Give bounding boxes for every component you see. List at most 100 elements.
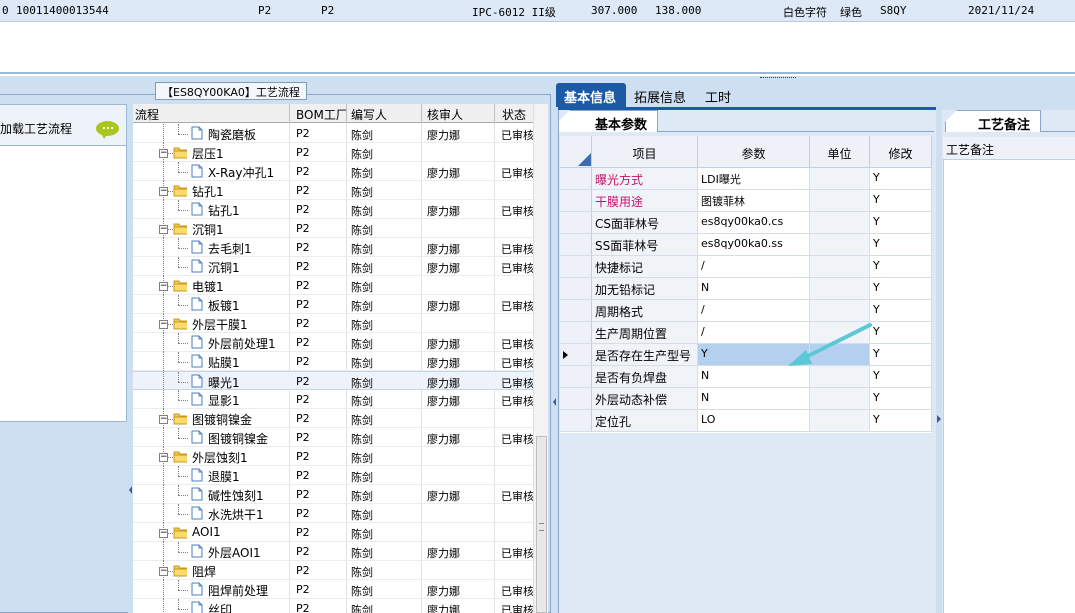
- tree-row[interactable]: − 沉铜1 P2 陈剑: [133, 219, 533, 238]
- tree-row[interactable]: 阻焊前处理 P2 陈剑 廖力娜 已审核: [133, 580, 533, 599]
- tree-row[interactable]: 显影1 P2 陈剑 廖力娜 已审核: [133, 390, 533, 409]
- row-indicator[interactable]: [560, 212, 592, 234]
- param-value[interactable]: N: [698, 366, 810, 388]
- param-row[interactable]: CS面菲林号 es8qy00ka0.cs Y: [560, 212, 932, 234]
- collapse-node-icon[interactable]: −: [159, 567, 168, 576]
- param-unit[interactable]: [810, 344, 870, 366]
- col-header-unit[interactable]: 单位: [810, 136, 870, 168]
- tree-row[interactable]: 丝印 P2 陈剑 廖力娜 已审核: [133, 599, 533, 613]
- splitter-grip-icon[interactable]: [760, 77, 796, 80]
- param-row[interactable]: 干膜用途 图镀菲林 Y: [560, 190, 932, 212]
- tree-row[interactable]: 外层前处理1 P2 陈剑 廖力娜 已审核: [133, 333, 533, 352]
- param-row[interactable]: 生产周期位置 / Y: [560, 322, 932, 344]
- row-indicator[interactable]: [560, 388, 592, 410]
- param-value[interactable]: LO: [698, 410, 810, 432]
- row-indicator[interactable]: [560, 322, 592, 344]
- col-header-param[interactable]: 参数: [698, 136, 810, 168]
- tree-row[interactable]: − 阻焊 P2 陈剑: [133, 561, 533, 580]
- tree-row[interactable]: 外层AOI1 P2 陈剑 廖力娜 已审核: [133, 542, 533, 561]
- tree-row[interactable]: − 图镀铜镍金 P2 陈剑: [133, 409, 533, 428]
- param-unit[interactable]: [810, 366, 870, 388]
- param-value[interactable]: /: [698, 300, 810, 322]
- tree-row[interactable]: X-Ray冲孔1 P2 陈剑 廖力娜 已审核: [133, 162, 533, 181]
- param-unit[interactable]: [810, 190, 870, 212]
- param-modify[interactable]: Y: [870, 190, 932, 212]
- param-value[interactable]: N: [698, 278, 810, 300]
- tree-row[interactable]: − 层压1 P2 陈剑: [133, 143, 533, 162]
- param-unit[interactable]: [810, 212, 870, 234]
- param-row[interactable]: SS面菲林号 es8qy00ka0.ss Y: [560, 234, 932, 256]
- tree-row[interactable]: 贴膜1 P2 陈剑 廖力娜 已审核: [133, 352, 533, 371]
- notes-grid[interactable]: [943, 137, 1075, 613]
- row-indicator[interactable]: [560, 256, 592, 278]
- param-modify[interactable]: Y: [870, 256, 932, 278]
- collapse-node-icon[interactable]: −: [159, 187, 168, 196]
- param-value[interactable]: Y: [698, 344, 810, 366]
- param-unit[interactable]: [810, 388, 870, 410]
- row-indicator[interactable]: [560, 410, 592, 432]
- param-value[interactable]: 图镀菲林: [698, 190, 810, 212]
- collapse-node-icon[interactable]: −: [159, 453, 168, 462]
- collapse-node-icon[interactable]: −: [159, 149, 168, 158]
- tab-process-notes[interactable]: 工艺备注: [945, 110, 1041, 132]
- tree-row[interactable]: 曝光1 P2 陈剑 廖力娜 已审核: [133, 371, 533, 391]
- row-indicator[interactable]: [560, 190, 592, 212]
- tree-row[interactable]: 沉铜1 P2 陈剑 廖力娜 已审核: [133, 257, 533, 276]
- param-modify[interactable]: Y: [870, 366, 932, 388]
- tab-basic-info[interactable]: 基本信息: [556, 83, 627, 107]
- col-header-reviewer[interactable]: 核审人: [427, 106, 463, 123]
- tree-row[interactable]: 水洗烘干1 P2 陈剑: [133, 504, 533, 523]
- tree-row[interactable]: 钻孔1 P2 陈剑 廖力娜 已审核: [133, 200, 533, 219]
- param-unit[interactable]: [810, 168, 870, 190]
- param-modify[interactable]: Y: [870, 300, 932, 322]
- col-header-flow[interactable]: 流程: [135, 106, 159, 123]
- param-modify[interactable]: Y: [870, 212, 932, 234]
- param-value[interactable]: N: [698, 388, 810, 410]
- scroll-thumb[interactable]: [536, 436, 547, 613]
- tab-work-hours[interactable]: 工时: [697, 83, 741, 107]
- param-value[interactable]: /: [698, 322, 810, 344]
- param-row[interactable]: 快捷标记 / Y: [560, 256, 932, 278]
- collapse-arrow-icon[interactable]: [553, 398, 556, 406]
- expand-arrow-icon[interactable]: [937, 415, 941, 423]
- collapse-node-icon[interactable]: −: [159, 320, 168, 329]
- param-row[interactable]: 是否有负焊盘 N Y: [560, 366, 932, 388]
- param-row[interactable]: 曝光方式 LDI曝光 Y: [560, 168, 932, 190]
- tree-row[interactable]: − AOI1 P2 陈剑: [133, 523, 533, 542]
- collapse-arrow-icon[interactable]: [129, 486, 132, 494]
- param-value[interactable]: LDI曝光: [698, 168, 810, 190]
- row-indicator[interactable]: [560, 300, 592, 322]
- param-unit[interactable]: [810, 256, 870, 278]
- tree-row[interactable]: 板镀1 P2 陈剑 廖力娜 已审核: [133, 295, 533, 314]
- tree-row[interactable]: 图镀铜镍金 P2 陈剑 廖力娜 已审核: [133, 428, 533, 447]
- param-modify[interactable]: Y: [870, 168, 932, 190]
- row-indicator[interactable]: [560, 366, 592, 388]
- tree-row[interactable]: 退膜1 P2 陈剑: [133, 466, 533, 485]
- tree-row[interactable]: 陶瓷磨板 P2 陈剑 廖力娜 已审核: [133, 124, 533, 143]
- param-modify[interactable]: Y: [870, 344, 932, 366]
- collapse-node-icon[interactable]: −: [159, 225, 168, 234]
- collapse-node-icon[interactable]: −: [159, 529, 168, 538]
- tree-row[interactable]: − 钻孔1 P2 陈剑: [133, 181, 533, 200]
- row-indicator[interactable]: [560, 168, 592, 190]
- col-header-modify[interactable]: 修改: [870, 136, 932, 168]
- param-value[interactable]: es8qy00ka0.ss: [698, 234, 810, 256]
- collapse-node-icon[interactable]: −: [159, 415, 168, 424]
- grid-corner[interactable]: [560, 136, 592, 168]
- col-header-factory[interactable]: BOM工厂: [296, 106, 348, 123]
- param-modify[interactable]: Y: [870, 388, 932, 410]
- param-modify[interactable]: Y: [870, 410, 932, 432]
- tab-extended-info[interactable]: 拓展信息: [626, 83, 696, 107]
- tree-row[interactable]: − 外层蚀刻1 P2 陈剑: [133, 447, 533, 466]
- param-row[interactable]: 加无铅标记 N Y: [560, 278, 932, 300]
- param-unit[interactable]: [810, 278, 870, 300]
- load-flow-button[interactable]: 加载工艺流程: [0, 104, 127, 146]
- param-unit[interactable]: [810, 300, 870, 322]
- col-header-status[interactable]: 状态: [502, 106, 526, 123]
- param-modify[interactable]: Y: [870, 322, 932, 344]
- col-header-item[interactable]: 项目: [592, 136, 698, 168]
- param-row[interactable]: 是否存在生产型号 Y Y: [560, 344, 932, 366]
- tree-row[interactable]: 去毛刺1 P2 陈剑 廖力娜 已审核: [133, 238, 533, 257]
- col-header-writer[interactable]: 编写人: [351, 106, 387, 123]
- tree-row[interactable]: − 电镀1 P2 陈剑: [133, 276, 533, 295]
